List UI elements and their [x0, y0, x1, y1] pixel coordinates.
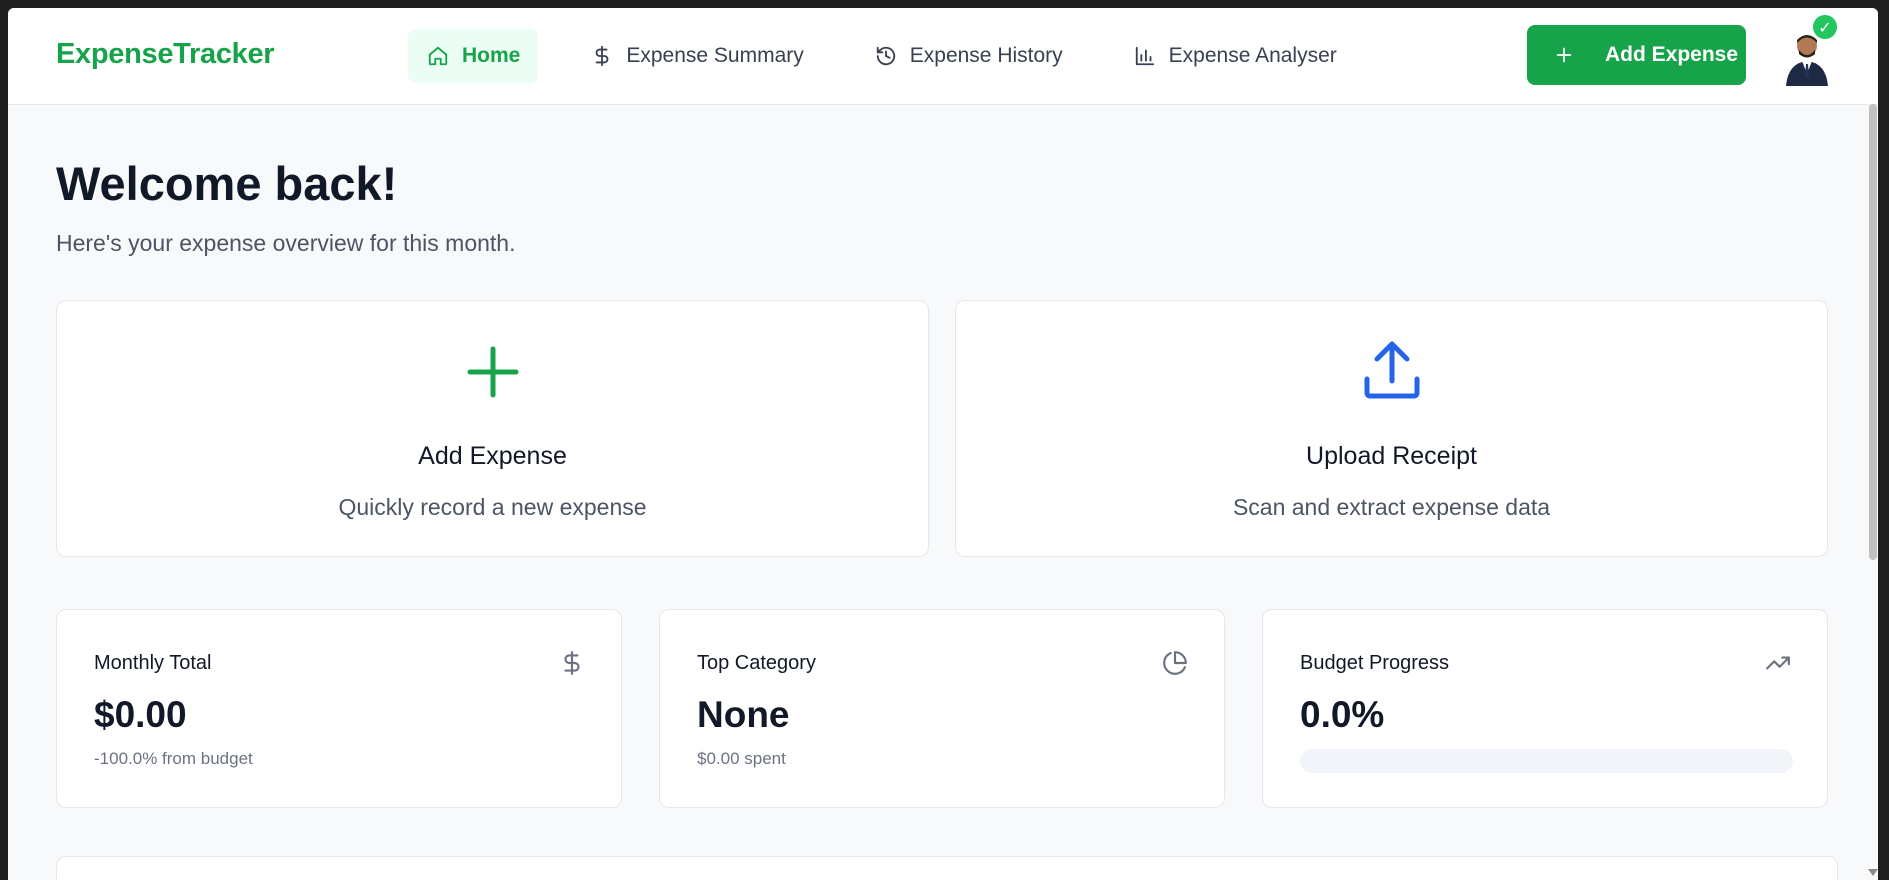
brand-logo[interactable]: ExpenseTracker [56, 38, 275, 71]
add-expense-card[interactable]: Add Expense Quickly record a new expense [56, 300, 929, 557]
next-section-card [56, 856, 1838, 880]
nav-item-home[interactable]: Home [408, 29, 539, 83]
page-subtitle: Here's your expense overview for this mo… [56, 230, 516, 256]
card-description: Scan and extract expense data [1232, 494, 1551, 520]
stat-value: $0.00 [94, 694, 187, 735]
card-title: Upload Receipt [1306, 442, 1477, 470]
top-category-card: Top Category None $0.00 spent [659, 609, 1225, 808]
pie-chart-icon [1162, 650, 1188, 676]
nav-item-expense-history[interactable]: Expense History [856, 29, 1081, 83]
card-description: Quickly record a new expense [338, 494, 647, 520]
stat-value: None [697, 694, 790, 735]
history-icon [874, 44, 898, 68]
nav-item-label: Expense Analyser [1168, 44, 1337, 67]
add-expense-label: Add Expense [1605, 43, 1739, 66]
stat-label: Budget Progress [1300, 652, 1449, 674]
plus-icon [1553, 44, 1575, 66]
trending-up-icon [1765, 650, 1791, 676]
nav-item-expense-summary[interactable]: Expense Summary [572, 29, 821, 83]
scrollbar-thumb[interactable] [1869, 104, 1877, 560]
stat-value: 0.0% [1300, 694, 1385, 735]
dollar-icon [590, 44, 614, 68]
bar-chart-icon [1133, 44, 1157, 68]
top-nav-bar: ExpenseTracker Home Expense Summary Expe… [8, 8, 1878, 105]
stat-subtext: -100.0% from budget [94, 749, 253, 768]
nav-item-label: Expense Summary [626, 44, 804, 67]
page-scrollbar[interactable] [1868, 104, 1878, 880]
plus-icon [460, 339, 526, 405]
page-title: Welcome back! [56, 157, 398, 210]
stat-subtext: $0.00 spent [697, 749, 786, 768]
dollar-icon [559, 650, 585, 676]
monthly-total-card: Monthly Total $0.00 -100.0% from budget [56, 609, 622, 808]
verified-badge-icon: ✓ [1813, 15, 1837, 39]
main-nav: Home Expense Summary Expense History Exp… [408, 28, 1389, 84]
card-title: Add Expense [418, 442, 567, 470]
home-icon [426, 44, 450, 68]
upload-icon [1359, 339, 1425, 405]
stat-label: Top Category [697, 652, 816, 674]
budget-progress-bar [1300, 749, 1793, 773]
app-window: ExpenseTracker Home Expense Summary Expe… [8, 8, 1878, 880]
nav-item-label: Home [462, 44, 521, 67]
nav-item-expense-analyser[interactable]: Expense Analyser [1115, 29, 1355, 83]
upload-receipt-card[interactable]: Upload Receipt Scan and extract expense … [955, 300, 1828, 557]
scroll-down-arrow-icon[interactable] [1868, 869, 1878, 876]
stat-label: Monthly Total [94, 652, 212, 674]
add-expense-button[interactable]: Add Expense [1527, 25, 1746, 85]
nav-item-label: Expense History [909, 44, 1063, 67]
budget-progress-card: Budget Progress 0.0% [1262, 609, 1828, 808]
